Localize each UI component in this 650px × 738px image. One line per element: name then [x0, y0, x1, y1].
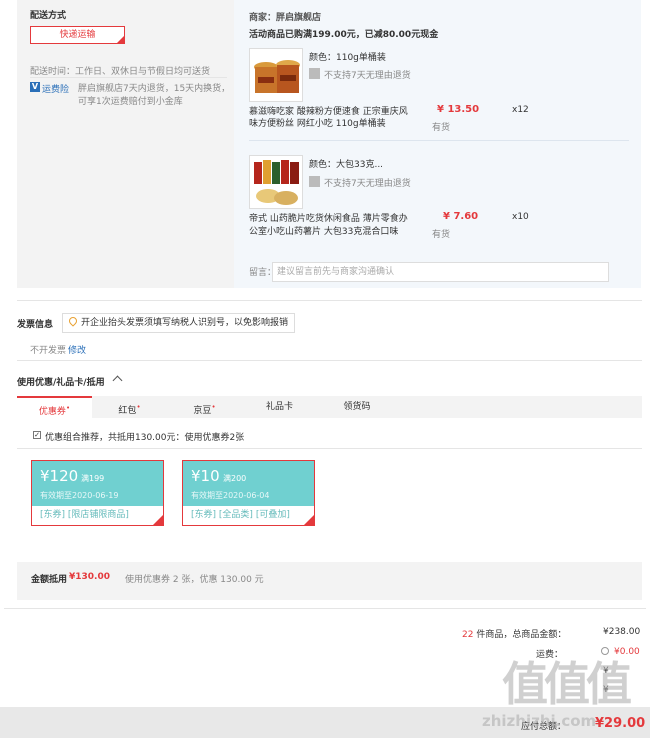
coupon-validity: 有效期至2020-06-19 [40, 491, 119, 500]
divider [30, 77, 227, 78]
divider [17, 448, 642, 449]
tab-jingdou[interactable]: 京豆• [167, 396, 242, 418]
seller-name[interactable]: 商家：胖启旗舰店 [249, 10, 321, 23]
item-qty: x12 [512, 105, 529, 115]
coupon-tags: [东券] [限店铺限商品] [40, 510, 129, 520]
insurance-icon: V [30, 82, 40, 92]
site-watermark-logo: 值值值 [502, 657, 632, 711]
insurance-label[interactable]: 运费险 [42, 82, 69, 95]
item-stock: 有货 [432, 123, 451, 133]
return-policy: 不支持7天无理由退货 [324, 71, 411, 81]
coupon-condition: 满199 [81, 474, 105, 483]
goods-amount: ¥238.00 [603, 627, 641, 637]
chevron-up-icon[interactable] [112, 375, 123, 386]
divider [249, 140, 629, 141]
goods-count: 22 [462, 630, 474, 640]
divider [17, 360, 642, 361]
tab-coupon[interactable]: 优惠券• [17, 396, 92, 418]
delivery-time: 配送时间：工作日、双休日与节假日均可送货 [30, 67, 211, 77]
discount-title: 使用优惠/礼品卡/抵用 [17, 378, 105, 388]
product-image[interactable] [249, 48, 303, 102]
item-price: ¥ 7.60 [443, 211, 479, 222]
item-attr: 颜色：110g单桶装 [309, 53, 386, 63]
divider [4, 608, 646, 609]
insurance-text-1: 胖启旗舰店7天内退货，15天内换货， [78, 84, 231, 94]
invoice-edit-link[interactable]: 修改 [68, 343, 86, 356]
shipping-title: 配送方式 [30, 11, 67, 21]
coupon-card[interactable]: ¥120 满199 有效期至2020-06-19 [东券] [限店铺限商品] [31, 460, 164, 526]
invoice-hint-text: 开企业抬头发票须填写纳税人识别号，以免影响报销 [81, 318, 289, 328]
insurance-text-2: 可享1次运费赔付到小金库 [78, 97, 183, 107]
seller-note-input[interactable]: 建议留言前先与商家沟通确认 [272, 262, 609, 282]
store-panel [234, 0, 641, 288]
coupon-amount: ¥10 [191, 467, 220, 485]
coupon-validity: 有效期至2020-06-04 [191, 491, 270, 500]
summary-amount: ¥130.00 [69, 572, 110, 582]
summary-label: 金额抵用 [31, 575, 68, 585]
discount-tabs: 优惠券• 红包• 京豆• 礼品卡 领货码 [17, 396, 642, 418]
item-name-line1[interactable]: 帝式 山药脆片吃货休闲食品 薄片零食办 [249, 211, 408, 224]
invoice-value: 不开发票 [30, 346, 67, 356]
payable-value: ¥29.00 [595, 716, 646, 731]
noodle-cup-icon [250, 49, 302, 101]
item-qty: x10 [512, 212, 529, 222]
return-policy-icon [309, 68, 320, 79]
recommend-checkbox[interactable]: ✓ [33, 431, 41, 439]
goods-count-label: 件商品，总商品金额： [476, 630, 567, 640]
goods-count-row: 22 件商品，总商品金额： [462, 627, 566, 640]
return-policy-icon [309, 176, 320, 187]
location-pin-icon [67, 315, 79, 327]
coupon-header: ¥120 满199 有效期至2020-06-19 [32, 461, 163, 506]
invoice-hint: 开企业抬头发票须填写纳税人识别号，以免影响报销 [62, 313, 296, 333]
discount-summary [17, 562, 642, 600]
coupon-amount: ¥120 [40, 467, 79, 485]
item-attr: 颜色：大包33克... [309, 160, 384, 170]
tab-gift-card[interactable]: 礼品卡 [242, 396, 317, 418]
item-stock: 有货 [432, 230, 451, 240]
item-name-line2[interactable]: 味方便粉丝 网红小吃 110g单桶装 [249, 116, 386, 129]
invoice-title: 发票信息 [17, 320, 54, 330]
tab-red-packet[interactable]: 红包• [92, 396, 167, 418]
coupon-card[interactable]: ¥10 满200 有效期至2020-06-04 [东券] [全品类] [可叠加] [182, 460, 315, 526]
express-shipping-button[interactable]: 快递运输 [30, 26, 125, 44]
coupon-header: ¥10 满200 有效期至2020-06-04 [183, 461, 314, 506]
coupon-condition: 满200 [223, 474, 247, 483]
site-watermark-url: zhizhizhi.com [482, 712, 597, 730]
recommend-text: 优惠组合推荐，共抵用130.00元：使用优惠券2张 [45, 433, 245, 443]
tab-pickup-code[interactable]: 领货码 [317, 396, 397, 418]
item-name-line2[interactable]: 公室小吃山药薯片 大包33克混合口味 [249, 224, 398, 237]
summary-desc: 使用优惠券 2 张，优惠 130.00 元 [125, 575, 264, 585]
coupon-tags: [东券] [全品类] [可叠加] [191, 510, 290, 520]
promo-text: 活动商品已购满199.00元，已减80.00元现金 [249, 30, 439, 40]
chips-bag-icon [250, 156, 302, 208]
item-price: ¥ 13.50 [437, 104, 480, 115]
product-image[interactable] [249, 155, 303, 209]
return-policy: 不支持7天无理由退货 [324, 179, 411, 189]
divider [17, 300, 642, 301]
